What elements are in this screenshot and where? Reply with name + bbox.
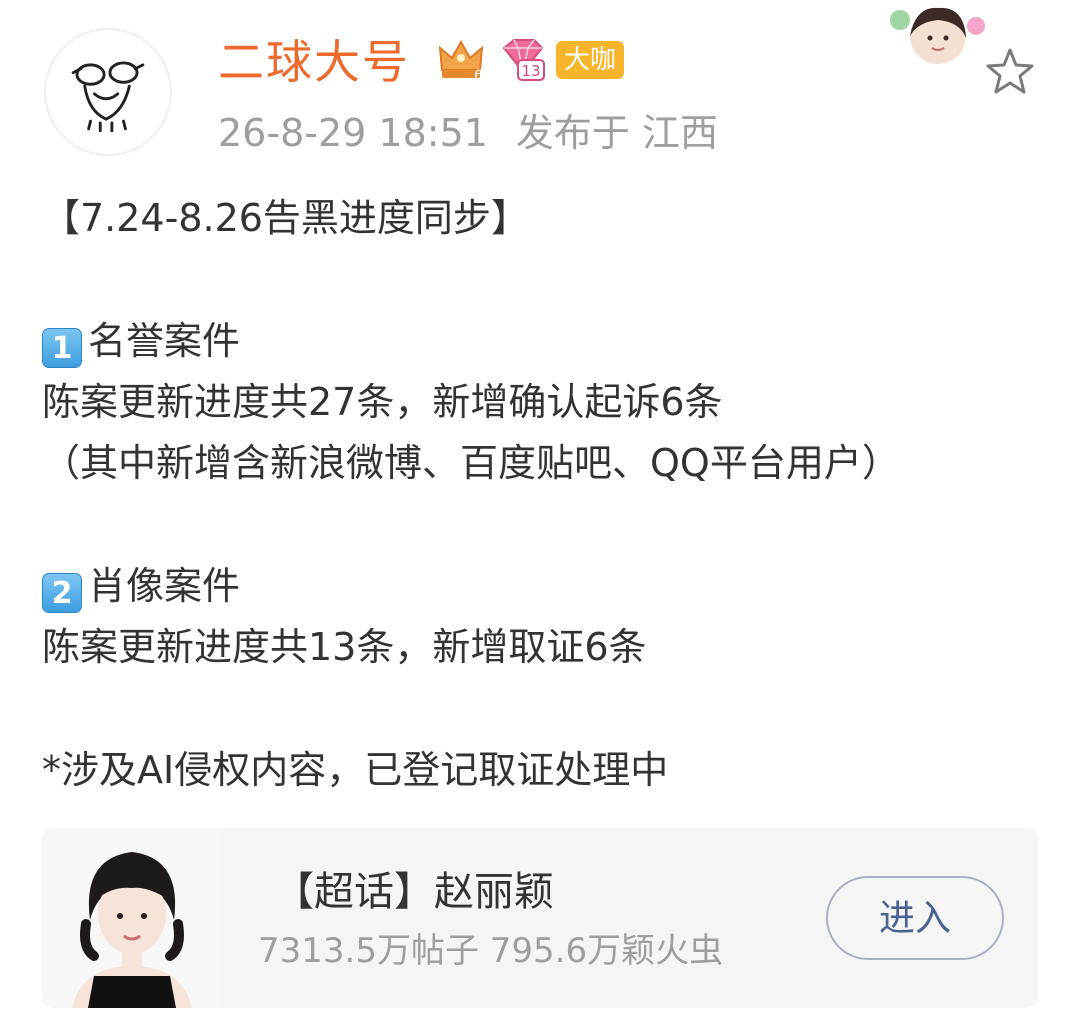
- username[interactable]: 二球大号: [218, 30, 410, 94]
- avatar-sketch-icon: [71, 61, 145, 133]
- post-body: 【7.24-8.26告黑进度同步】 1 名誉案件 陈案更新进度共27条，新增确认起…: [42, 188, 1052, 801]
- post-section-heading: 1 名誉案件: [42, 311, 1052, 372]
- topic-thumbnail: [42, 828, 222, 1008]
- post-line: （其中新增含新浪微博、百度贴吧、QQ平台用户）: [42, 441, 900, 486]
- keycap-two-icon: 2: [42, 572, 82, 613]
- section-title: 名誉案件: [88, 318, 241, 363]
- post-line: 陈案更新进度共13条，新增取证6条: [42, 625, 647, 670]
- section-title: 肖像案件: [88, 563, 241, 608]
- verified-badge[interactable]: 大咖: [556, 41, 625, 79]
- level-number: 6: [474, 68, 483, 82]
- post-location: 发布于 江西: [515, 111, 718, 155]
- post-meta: 26-8-29 18:51 发布于 江西: [218, 106, 718, 160]
- user-avatar[interactable]: [44, 28, 172, 156]
- post-line: 陈案更新进度共27条，新增确认起诉6条: [42, 379, 723, 424]
- super-topic-card[interactable]: 【超话】赵丽颖 7313.5万帖子 795.6万颖火虫 进入: [42, 828, 1038, 1008]
- post-section-heading: 2 肖像案件: [42, 556, 1052, 617]
- post-line: *涉及AI侵权内容，已登记取证处理中: [42, 747, 669, 792]
- diamond-icon[interactable]: 13: [496, 36, 546, 82]
- topic-title[interactable]: 【超话】赵丽颖: [274, 864, 554, 920]
- enter-topic-button[interactable]: 进入: [826, 876, 1004, 960]
- user-badges: 6 13 大咖: [436, 36, 625, 82]
- crown-icon[interactable]: 6: [436, 36, 486, 82]
- vip-level-number: 13: [521, 62, 540, 80]
- post-line: 【7.24-8.26告黑进度同步】: [42, 196, 529, 240]
- avatar-pendant-icon: [890, 7, 985, 64]
- post-timestamp: 26-8-29 18:51: [218, 111, 488, 155]
- keycap-one-icon: 1: [42, 327, 82, 368]
- topic-stats: 7313.5万帖子 795.6万颖火虫: [258, 931, 724, 971]
- star-outline-icon[interactable]: [982, 44, 1038, 100]
